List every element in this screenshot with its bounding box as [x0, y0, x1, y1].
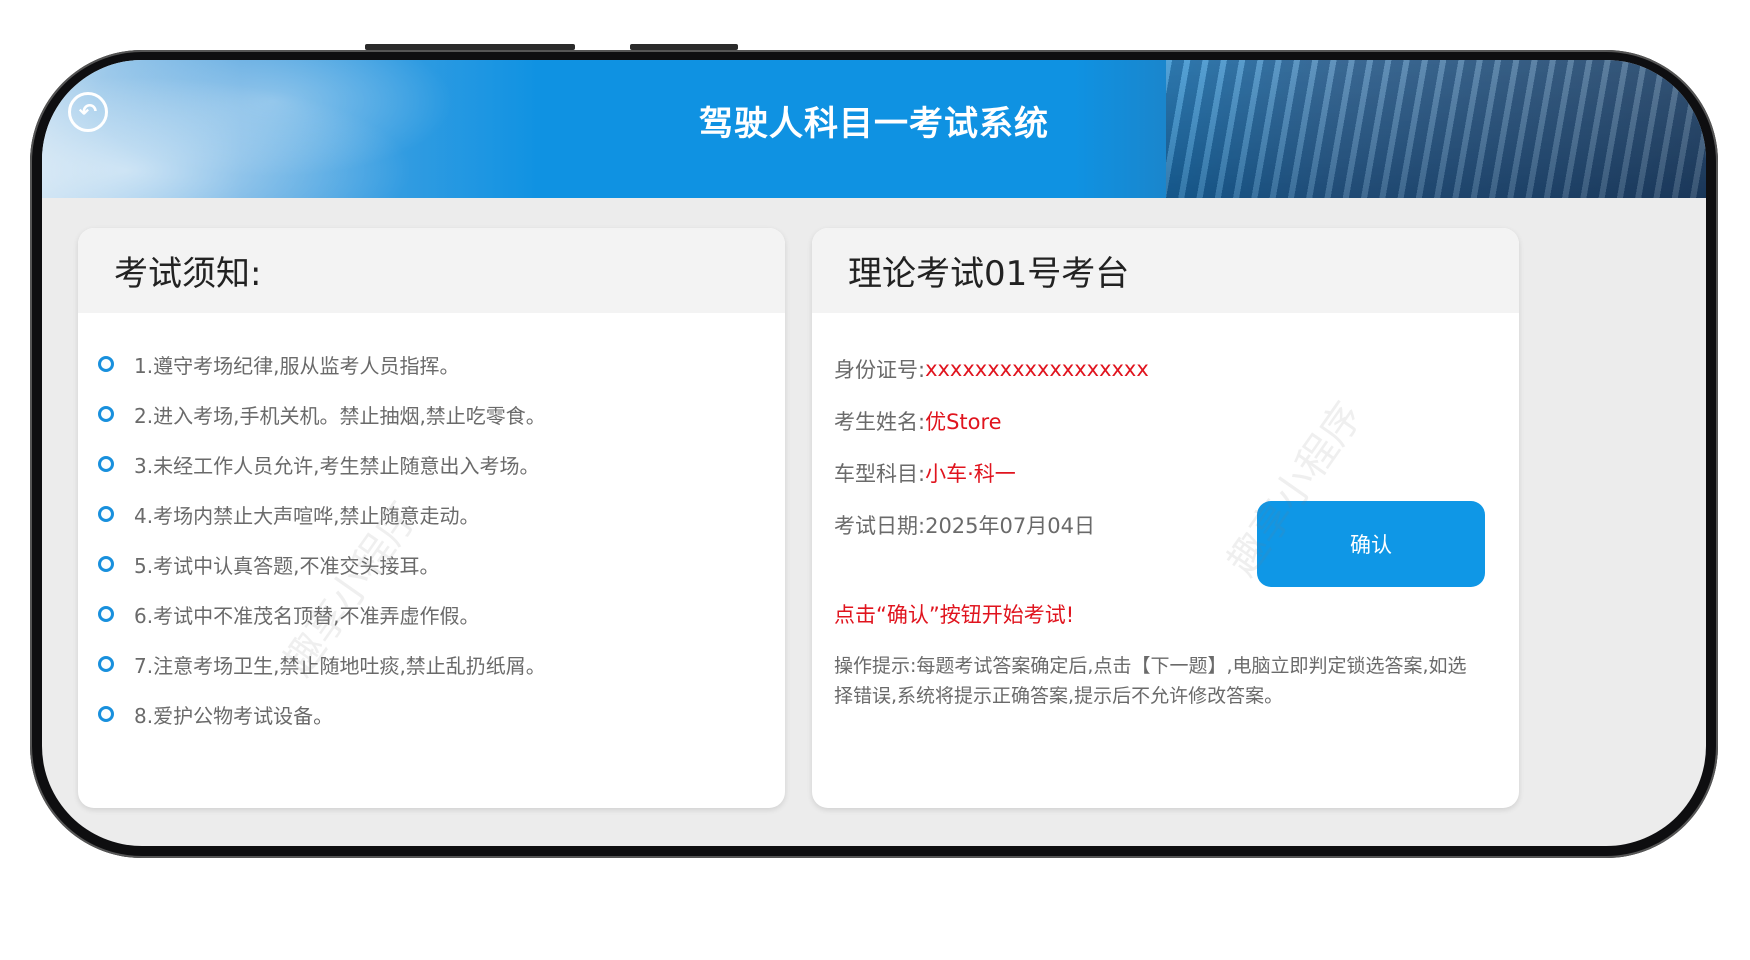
- name-label: 考生姓名:: [834, 410, 926, 434]
- page-title: 驾驶人科目一考试系统: [699, 104, 1049, 144]
- rule-text: 6.考试中不准茂名顶替,不准弄虚作假。: [134, 603, 480, 628]
- bullet-circle-icon: [98, 406, 114, 422]
- id-value: xxxxxxxxxxxxxxxxxx: [925, 357, 1149, 381]
- phone-frame: ↶ 驾驶人科目一考试系统 考试须知: 1.遵守考场纪律,服从监考人员指挥。 2.…: [30, 50, 1718, 858]
- id-label: 身份证号:: [834, 358, 926, 382]
- list-item: 5.考试中认真答题,不准交头接耳。: [98, 539, 785, 589]
- bullet-circle-icon: [98, 706, 114, 722]
- list-item: 7.注意考场卫生,禁止随地吐痰,禁止乱扔纸屑。: [98, 639, 785, 689]
- id-row: 身份证号: xxxxxxxxxxxxxxxxxx: [834, 343, 1519, 395]
- vehicle-type-value: 小车·科一: [925, 462, 1016, 486]
- operation-tip: 操作提示:每题考试答案确定后,点击【下一题】,电脑立即判定锁选答案,如选择错误,…: [834, 655, 1467, 707]
- vehicle-type-label: 车型科目:: [834, 462, 926, 486]
- bullet-circle-icon: [98, 456, 114, 472]
- rule-text: 3.未经工作人员允许,考生禁止随意出入考场。: [134, 453, 540, 478]
- list-item: 1.遵守考场纪律,服从监考人员指挥。: [98, 339, 785, 389]
- rules-list: 1.遵守考场纪律,服从监考人员指挥。 2.进入考场,手机关机。禁止抽烟,禁止吃零…: [78, 313, 785, 739]
- list-item: 8.爱护公物考试设备。: [98, 689, 785, 739]
- list-item: 6.考试中不准茂名顶替,不准弄虚作假。: [98, 589, 785, 639]
- header-bar: ↶ 驾驶人科目一考试系统: [42, 60, 1706, 198]
- station-title: 理论考试01号考台: [812, 228, 1519, 313]
- list-item: 3.未经工作人员允许,考生禁止随意出入考场。: [98, 439, 785, 489]
- bullet-circle-icon: [98, 556, 114, 572]
- rule-text: 8.爱护公物考试设备。: [134, 703, 334, 728]
- list-item: 2.进入考场,手机关机。禁止抽烟,禁止吃零食。: [98, 389, 785, 439]
- exam-rules-card: 考试须知: 1.遵守考场纪律,服从监考人员指挥。 2.进入考场,手机关机。禁止抽…: [78, 228, 785, 808]
- start-prompt: 点击“确认”按钮开始考试!: [834, 603, 1075, 627]
- rule-text: 7.注意考场卫生,禁止随地吐痰,禁止乱扔纸屑。: [134, 653, 546, 678]
- name-row: 考生姓名: 优Store: [834, 395, 1519, 447]
- bullet-circle-icon: [98, 506, 114, 522]
- exam-date-value: 2025年07月04日: [925, 514, 1095, 538]
- name-value: 优Store: [925, 410, 1002, 434]
- bullet-circle-icon: [98, 606, 114, 622]
- vehicle-type-row: 车型科目: 小车·科一: [834, 447, 1519, 499]
- list-item: 4.考场内禁止大声喧哗,禁止随意走动。: [98, 489, 785, 539]
- rule-text: 4.考场内禁止大声喧哗,禁止随意走动。: [134, 503, 480, 528]
- rules-title: 考试须知:: [78, 228, 785, 313]
- bullet-circle-icon: [98, 356, 114, 372]
- confirm-button[interactable]: 确认: [1257, 501, 1485, 587]
- bullet-circle-icon: [98, 656, 114, 672]
- exam-date-label: 考试日期:: [834, 514, 926, 538]
- rule-text: 5.考试中认真答题,不准交头接耳。: [134, 553, 440, 578]
- app-screen: ↶ 驾驶人科目一考试系统 考试须知: 1.遵守考场纪律,服从监考人员指挥。 2.…: [42, 60, 1706, 846]
- rule-text: 1.遵守考场纪律,服从监考人员指挥。: [134, 353, 460, 378]
- exam-info-card: 理论考试01号考台 身份证号: xxxxxxxxxxxxxxxxxx 考生姓名:…: [812, 228, 1519, 808]
- rule-text: 2.进入考场,手机关机。禁止抽烟,禁止吃零食。: [134, 403, 546, 428]
